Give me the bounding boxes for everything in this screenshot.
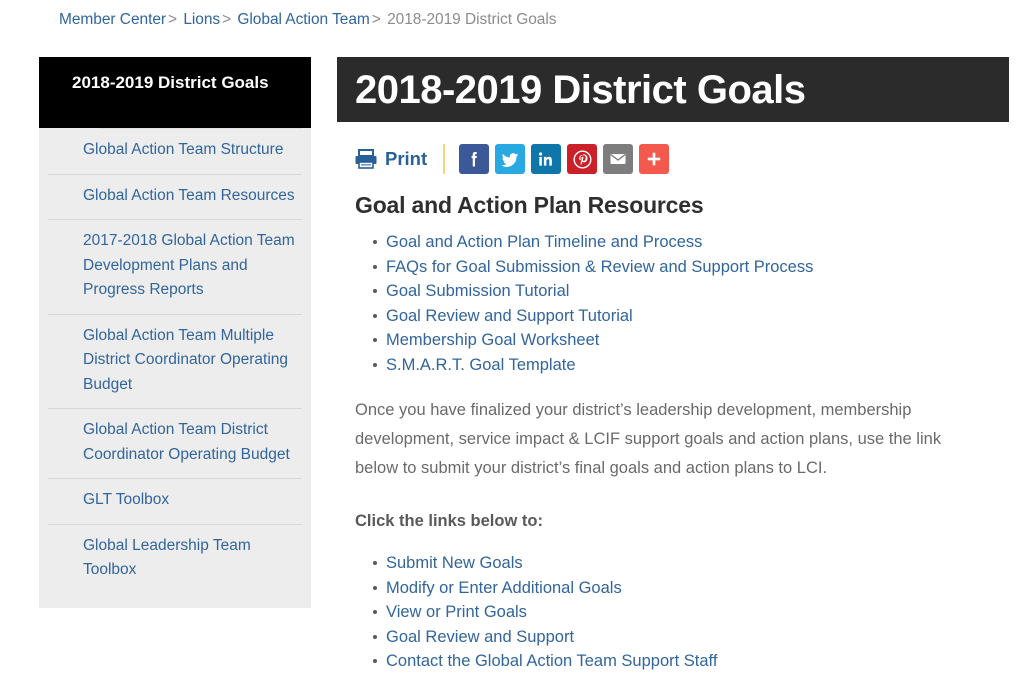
section-heading: Goal and Action Plan Resources — [355, 192, 704, 218]
breadcrumb-current-page: 2018-2019 District Goals — [387, 11, 557, 28]
envelope-icon — [608, 149, 628, 169]
list-item: Membership Goal Worksheet — [373, 328, 1009, 353]
list-item: Contact the Global Action Team Support S… — [373, 649, 1009, 674]
print-label: Print — [385, 148, 428, 169]
link-goal-review-and-support[interactable]: Goal Review and Support — [386, 628, 574, 646]
action-link-list: Submit New Goals Modify or Enter Additio… — [355, 551, 1009, 674]
breadcrumb-separator: > — [371, 11, 381, 28]
sidebar-item-district-coordinator-budget[interactable]: Global Action Team District Coordinator … — [39, 408, 311, 478]
list-item: S.M.A.R.T. Goal Template — [373, 353, 1009, 378]
main-content: 2018-2019 District Goals Print Goal and … — [337, 57, 1009, 674]
link-submit-new-goals[interactable]: Submit New Goals — [386, 554, 523, 572]
sidebar: 2018-2019 District Goals Global Action T… — [39, 57, 311, 608]
pinterest-share-button[interactable] — [567, 144, 598, 174]
link-goal-review-support-tutorial[interactable]: Goal Review and Support Tutorial — [386, 307, 633, 325]
sidebar-item-global-action-team-structure[interactable]: Global Action Team Structure — [39, 128, 311, 174]
print-button[interactable]: Print — [355, 148, 427, 170]
link-membership-goal-worksheet[interactable]: Membership Goal Worksheet — [386, 331, 599, 349]
breadcrumb-item-global-action-team[interactable]: Global Action Team — [237, 11, 369, 28]
sidebar-nav-list: Global Action Team Structure Global Acti… — [39, 128, 311, 608]
breadcrumb-item-member-center[interactable]: Member Center — [59, 11, 166, 28]
share-icon-group — [459, 144, 670, 174]
link-contact-support-staff[interactable]: Contact the Global Action Team Support S… — [386, 652, 717, 670]
link-smart-goal-template[interactable]: S.M.A.R.T. Goal Template — [386, 356, 576, 374]
sidebar-item-development-plans-progress-reports[interactable]: 2017-2018 Global Action Team Development… — [39, 219, 311, 314]
intro-paragraph: Once you have finalized your district’s … — [355, 401, 942, 477]
linkedin-share-button[interactable] — [531, 144, 562, 174]
content-body: Goal and Action Plan Resources Goal and … — [337, 176, 1009, 674]
list-item: Goal Review and Support Tutorial — [373, 304, 1009, 329]
click-links-lead: Click the links below to: — [355, 512, 543, 530]
link-faqs-goal-submission[interactable]: FAQs for Goal Submission & Review and Su… — [386, 258, 813, 276]
link-view-or-print-goals[interactable]: View or Print Goals — [386, 603, 527, 621]
sidebar-item-label: Global Leadership Team Toolbox — [83, 536, 251, 579]
linkedin-icon — [536, 149, 556, 169]
printer-icon — [355, 149, 377, 169]
sidebar-item-multiple-district-coordinator-budget[interactable]: Global Action Team Multiple District Coo… — [39, 313, 311, 409]
list-item: View or Print Goals — [373, 600, 1009, 625]
email-share-button[interactable] — [603, 144, 634, 174]
share-toolbar: Print — [337, 122, 1009, 176]
sidebar-title: 2018-2019 District Goals — [39, 57, 311, 128]
pinterest-icon — [572, 149, 593, 170]
breadcrumb-separator: > — [222, 11, 232, 28]
link-goal-submission-tutorial[interactable]: Goal Submission Tutorial — [386, 282, 569, 300]
list-item: Modify or Enter Additional Goals — [373, 576, 1009, 601]
sidebar-item-global-action-team-resources[interactable]: Global Action Team Resources — [39, 173, 311, 220]
more-share-button[interactable] — [639, 144, 670, 174]
resource-link-list: Goal and Action Plan Timeline and Proces… — [355, 230, 1009, 377]
list-item: Submit New Goals — [373, 551, 1009, 576]
list-item: Goal Review and Support — [373, 625, 1009, 650]
sidebar-item-global-leadership-team-toolbox[interactable]: Global Leadership Team Toolbox — [39, 523, 311, 594]
sidebar-item-label: Global Action Team Structure — [83, 141, 284, 158]
twitter-share-button[interactable] — [495, 144, 526, 174]
list-item: Goal Submission Tutorial — [373, 279, 1009, 304]
breadcrumb-item-lions[interactable]: Lions — [183, 11, 220, 28]
link-modify-additional-goals[interactable]: Modify or Enter Additional Goals — [386, 579, 622, 597]
breadcrumb-separator: > — [168, 11, 178, 28]
toolbar-divider — [443, 144, 446, 174]
facebook-icon — [464, 149, 484, 169]
sidebar-item-label: GLT Toolbox — [83, 491, 170, 508]
link-goal-action-plan-timeline[interactable]: Goal and Action Plan Timeline and Proces… — [386, 233, 702, 251]
facebook-share-button[interactable] — [459, 144, 490, 174]
sidebar-item-glt-toolbox[interactable]: GLT Toolbox — [39, 478, 311, 524]
sidebar-item-label: 2017-2018 Global Action Team Development… — [83, 232, 295, 298]
list-item: FAQs for Goal Submission & Review and Su… — [373, 255, 1009, 280]
plus-icon — [644, 149, 664, 169]
list-item: Goal and Action Plan Timeline and Proces… — [373, 230, 1009, 255]
twitter-icon — [500, 149, 521, 170]
page-title: 2018-2019 District Goals — [337, 57, 1009, 122]
sidebar-item-label: Global Action Team Resources — [83, 186, 295, 204]
sidebar-item-label: Global Action Team District Coordinator … — [83, 421, 290, 463]
breadcrumb: Member Center > Lions > Global Action Team… — [59, 8, 557, 32]
sidebar-item-label: Global Action Team Multiple District Coo… — [83, 326, 289, 393]
